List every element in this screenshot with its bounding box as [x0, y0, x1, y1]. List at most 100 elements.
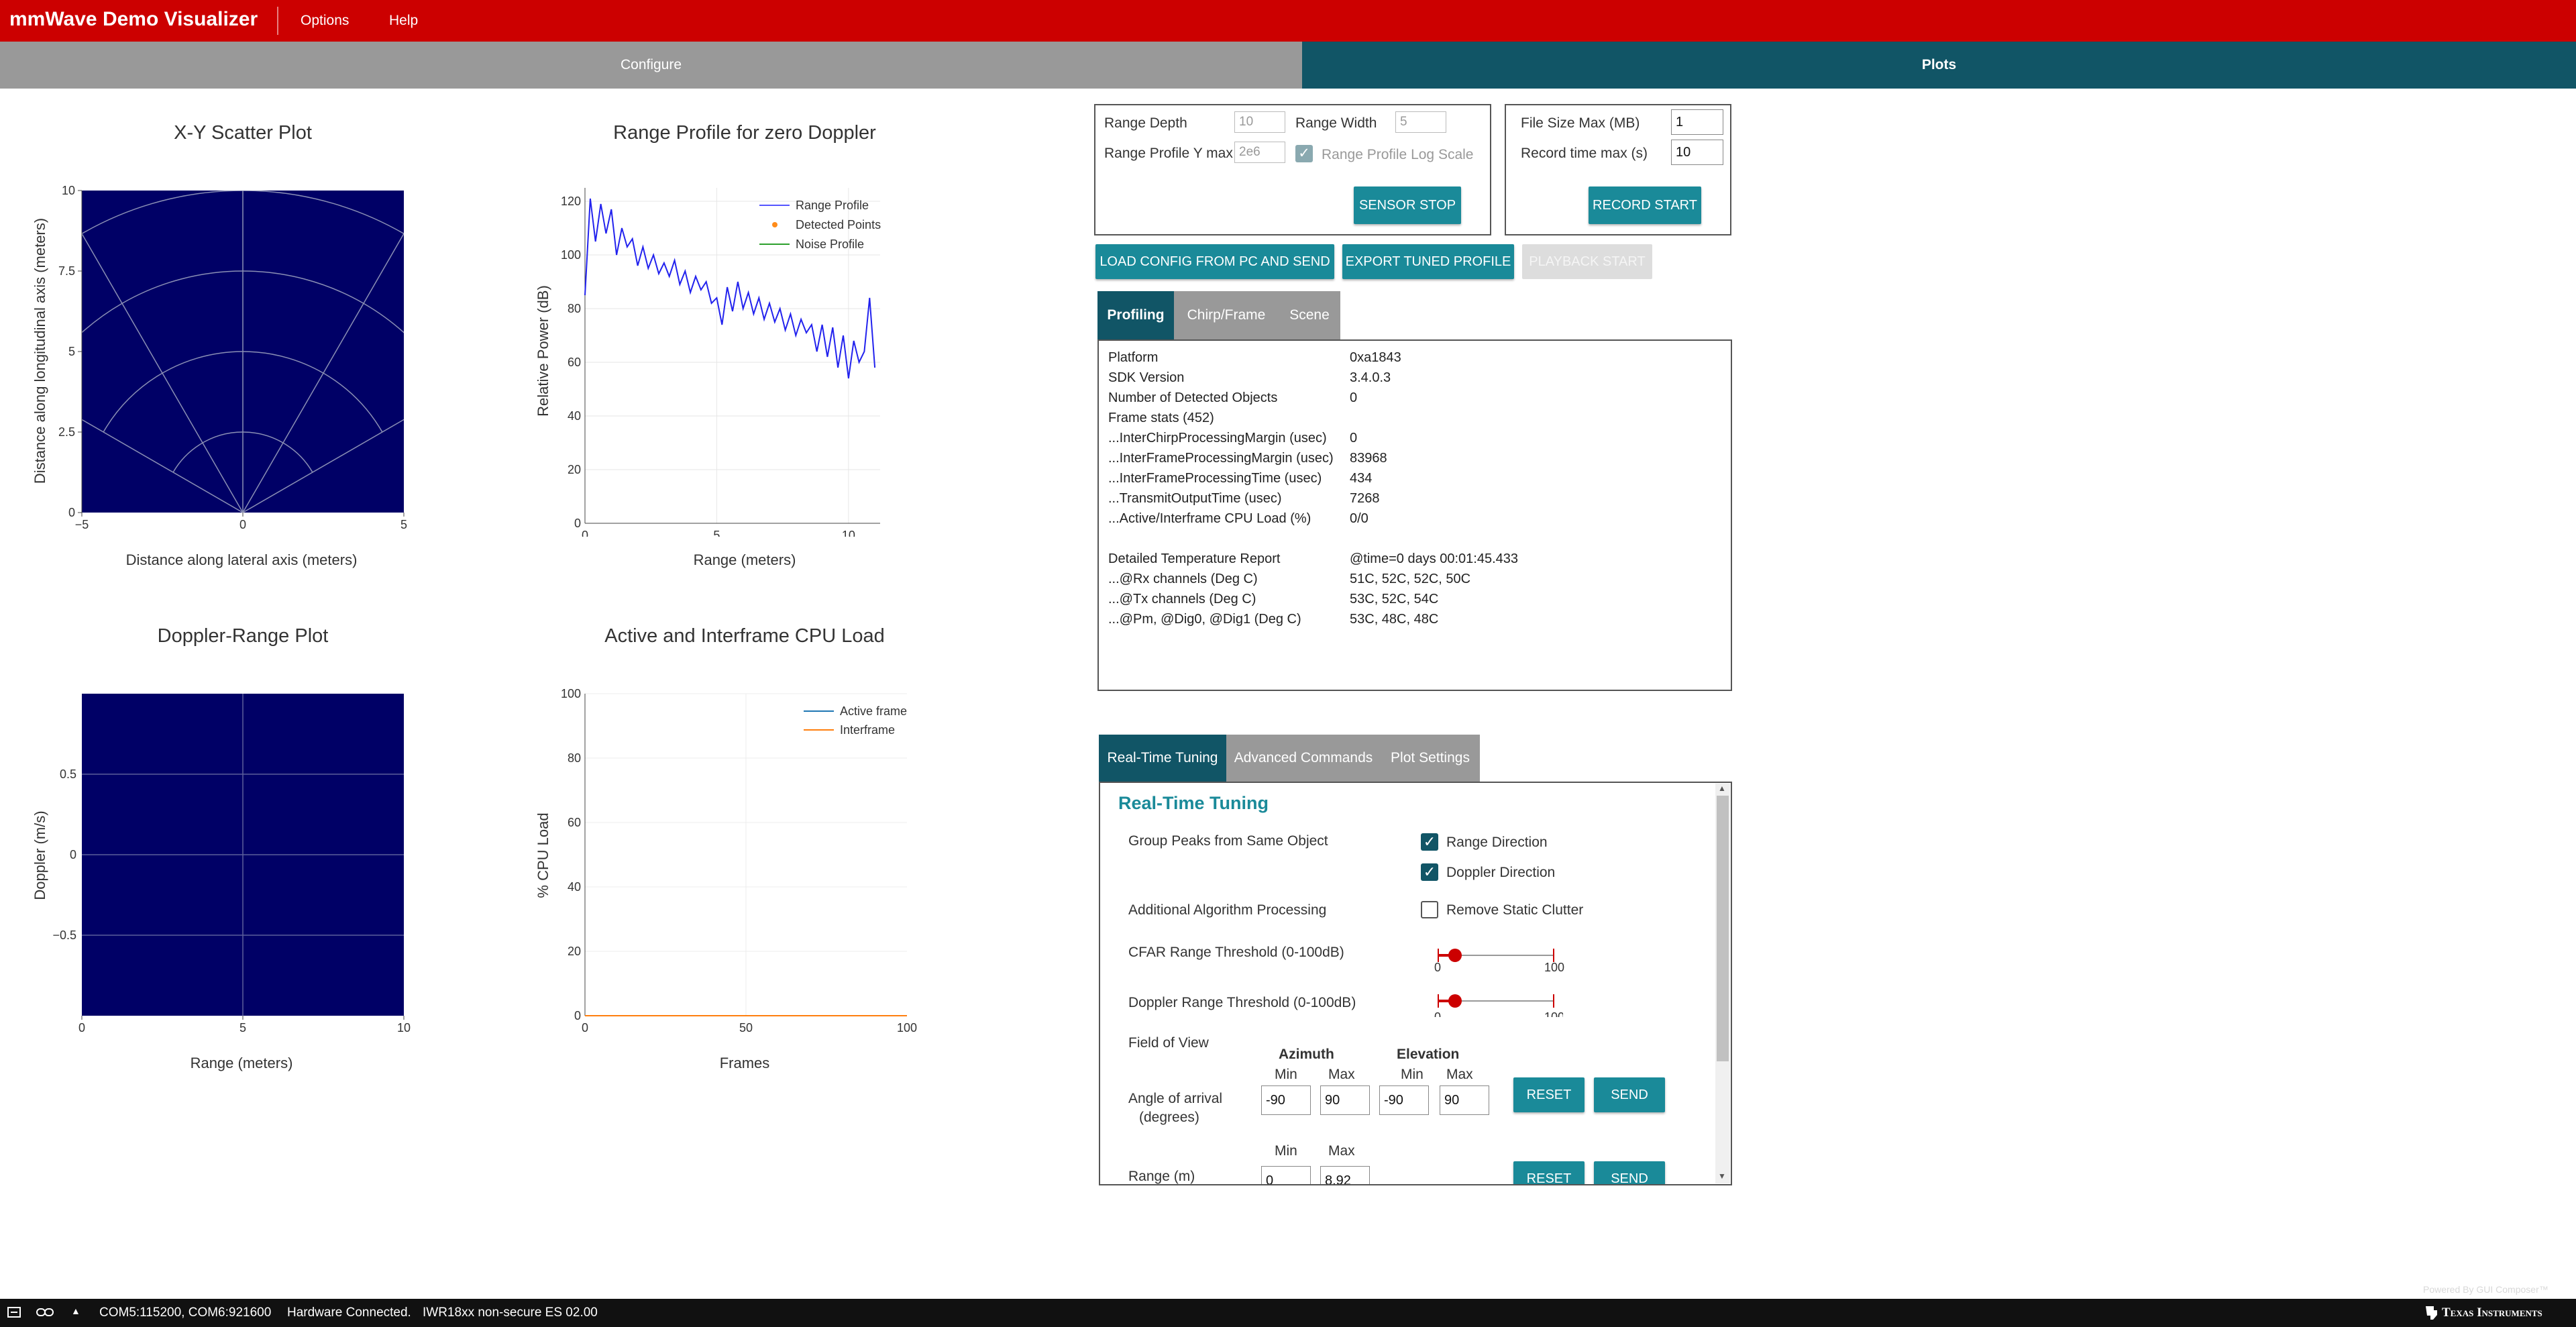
rp-y-tick: 0 — [574, 517, 581, 530]
cpu-load-plot: 0 50 100 0 20 40 60 80 100 Active frame Interframe — [561, 687, 917, 1034]
cpu-xlabel: Frames — [719, 1055, 770, 1071]
range-profile-ymax-input[interactable] — [1234, 142, 1285, 163]
record-time-label: Record time max (s) — [1521, 146, 1648, 161]
profiling-row-value: 434 — [1350, 471, 1373, 486]
log-scale-checkbox[interactable]: ✓ — [1295, 145, 1313, 162]
profiling-row-value: @time=0 days 00:01:45.433 — [1350, 551, 1519, 566]
cfar-threshold-slider[interactable] — [1438, 946, 1554, 965]
cpu-y-tick: 0 — [574, 1009, 581, 1022]
az-max-label: Max — [1328, 1067, 1355, 1082]
doppler-x-tick: 10 — [397, 1021, 411, 1034]
cfar-threshold-label: CFAR Range Threshold (0-100dB) — [1128, 945, 1344, 960]
range-min-input[interactable] — [1261, 1166, 1311, 1184]
doppler-slider-knob[interactable] — [1448, 994, 1462, 1008]
record-time-input[interactable] — [1671, 140, 1723, 165]
tuning-heading: Real-Time Tuning — [1118, 793, 1269, 813]
profiling-row-value: 83968 — [1350, 451, 1387, 466]
legend-detected-points: Detected Points — [796, 218, 881, 231]
range-limit-row: Min Max Range (m) RESET SEND — [1100, 1127, 1715, 1184]
rp-x-tick: 10 — [842, 529, 855, 537]
menu-help[interactable]: Help — [389, 13, 418, 29]
legend-detected-points-swatch — [772, 222, 777, 227]
tuning-scrollbar-thumb[interactable] — [1717, 796, 1729, 1061]
range-max-label: Max — [1328, 1143, 1355, 1159]
doppler-plot-title: Doppler-Range Plot — [157, 625, 329, 647]
tab-profiling[interactable]: Profiling — [1097, 291, 1174, 339]
range-width-input[interactable] — [1395, 111, 1446, 133]
group-peaks-label: Group Peaks from Same Object — [1128, 833, 1328, 849]
range-direction-checkbox[interactable]: ✓ — [1421, 833, 1438, 851]
fov-send-button[interactable]: SEND — [1594, 1077, 1665, 1112]
doppler-direction-checkbox[interactable]: ✓ — [1421, 863, 1438, 881]
xy-x-tick: 0 — [239, 518, 246, 531]
connection-link-icon[interactable] — [35, 1304, 55, 1321]
range-max-input[interactable] — [1320, 1166, 1370, 1184]
sidebar-toggle-icon[interactable] — [7, 1304, 21, 1321]
azimuth-min-input[interactable] — [1261, 1085, 1311, 1115]
file-size-input[interactable] — [1671, 109, 1723, 135]
doppler-threshold-label: Doppler Range Threshold (0-100dB) — [1128, 995, 1356, 1010]
record-start-button[interactable]: RECORD START — [1589, 187, 1701, 224]
profiling-row-label: ...InterFrameProcessingTime (usec) — [1108, 471, 1322, 486]
cfar-slider-min: 0 — [1434, 961, 1442, 974]
range-send-button[interactable]: SEND — [1594, 1161, 1665, 1184]
scroll-down-icon[interactable]: ▼ — [1718, 1171, 1726, 1181]
gui-composer-watermark: Powered By GUI Composer™ — [2423, 1284, 2548, 1295]
profiling-row-value: 3.4.0.3 — [1350, 370, 1391, 385]
load-config-button[interactable]: LOAD CONFIG FROM PC AND SEND — [1095, 244, 1334, 279]
remove-clutter-label: Remove Static Clutter — [1446, 902, 1584, 918]
rp-y-tick: 120 — [561, 195, 581, 208]
xy-y-tick: 7.5 — [58, 264, 75, 278]
fov-reset-button[interactable]: RESET — [1513, 1077, 1585, 1112]
expand-up-icon[interactable]: ▲ — [71, 1306, 80, 1316]
angle-of-arrival-label: Angle of arrival — [1128, 1091, 1223, 1106]
range-depth-label: Range Depth — [1104, 115, 1187, 131]
legend-range-profile: Range Profile — [796, 199, 869, 212]
tab-plots[interactable]: Plots — [1302, 42, 2576, 89]
profiling-row-value: 7268 — [1350, 491, 1380, 506]
doppler-threshold-slider[interactable] — [1438, 992, 1554, 1010]
range-direction-label: Range Direction — [1446, 835, 1548, 850]
range-limit-label: Range (m) — [1128, 1169, 1195, 1184]
profiling-row-label: Number of Detected Objects — [1108, 390, 1278, 405]
tab-scene[interactable]: Scene — [1279, 291, 1340, 339]
azimuth-label: Azimuth — [1279, 1047, 1334, 1062]
scroll-up-icon[interactable]: ▲ — [1718, 784, 1726, 793]
doppler-range-plot: 0 5 10 −0.5 0 0.5 — [52, 694, 411, 1034]
ti-logo-icon — [2423, 1304, 2439, 1322]
tab-plot-settings[interactable]: Plot Settings — [1381, 735, 1480, 782]
azimuth-max-input[interactable] — [1320, 1085, 1370, 1115]
remove-clutter-checkbox[interactable] — [1421, 901, 1438, 918]
playback-start-button[interactable]: PLAYBACK START — [1522, 244, 1652, 279]
elevation-max-input[interactable] — [1440, 1085, 1489, 1115]
elevation-min-input[interactable] — [1379, 1085, 1429, 1115]
tab-advanced-commands[interactable]: Advanced Commands — [1226, 735, 1381, 782]
profiling-row-label: Frame stats (452) — [1108, 411, 1214, 425]
profiling-row-label: Platform — [1108, 350, 1159, 365]
tab-chirp-frame[interactable]: Chirp/Frame — [1174, 291, 1279, 339]
doppler-x-tick: 0 — [78, 1021, 85, 1034]
profiling-row-label: ...InterChirpProcessingMargin (usec) — [1108, 431, 1327, 445]
range-profile-xlabel: Range (meters) — [693, 551, 796, 568]
tab-configure-label: Configure — [620, 57, 682, 72]
sensor-stop-button[interactable]: SENSOR STOP — [1354, 187, 1461, 224]
range-width-label: Range Width — [1295, 115, 1377, 131]
doppler-y-tick: 0.5 — [60, 767, 76, 781]
doppler-slider-ticks-clipped: 0 100 — [1429, 1010, 1563, 1017]
additional-processing-label: Additional Algorithm Processing — [1128, 902, 1327, 918]
range-reset-button[interactable]: RESET — [1513, 1161, 1585, 1184]
menu-options[interactable]: Options — [301, 13, 349, 29]
cfar-slider-knob[interactable] — [1448, 949, 1462, 962]
range-depth-input[interactable] — [1234, 111, 1285, 133]
tab-configure[interactable]: Configure — [0, 42, 1302, 89]
az-min-label: Min — [1275, 1067, 1297, 1082]
top-bar — [0, 0, 2576, 42]
range-profile-ymax-label: Range Profile Y max — [1104, 146, 1233, 161]
status-connection: Hardware Connected. — [287, 1306, 411, 1320]
cpu-x-tick: 100 — [897, 1021, 917, 1034]
menu-divider — [277, 7, 278, 35]
xy-y-tick: 0 — [68, 506, 75, 519]
export-tuned-profile-button[interactable]: EXPORT TUNED PROFILE — [1342, 244, 1514, 279]
xy-x-tick: −5 — [75, 518, 89, 531]
tab-real-time-tuning[interactable]: Real-Time Tuning — [1099, 735, 1226, 782]
